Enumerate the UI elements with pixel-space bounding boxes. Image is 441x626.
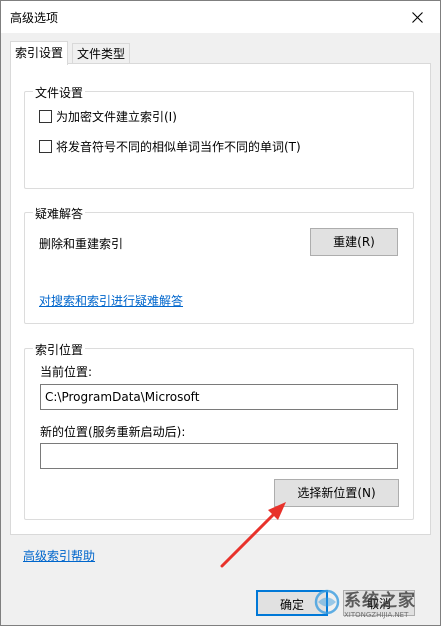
watermark-globe-icon (314, 589, 340, 615)
watermark-brand: 系统之家 (344, 590, 416, 611)
annotation-arrow-icon (220, 502, 286, 568)
watermark-logo: 系统之家 XITONGZHIJIA.NET (314, 582, 434, 622)
watermark-url: XITONGZHIJIA.NET (344, 610, 409, 619)
tab-label: 索引设置 (15, 46, 64, 60)
tab-index-settings[interactable]: 索引设置 (10, 41, 69, 65)
